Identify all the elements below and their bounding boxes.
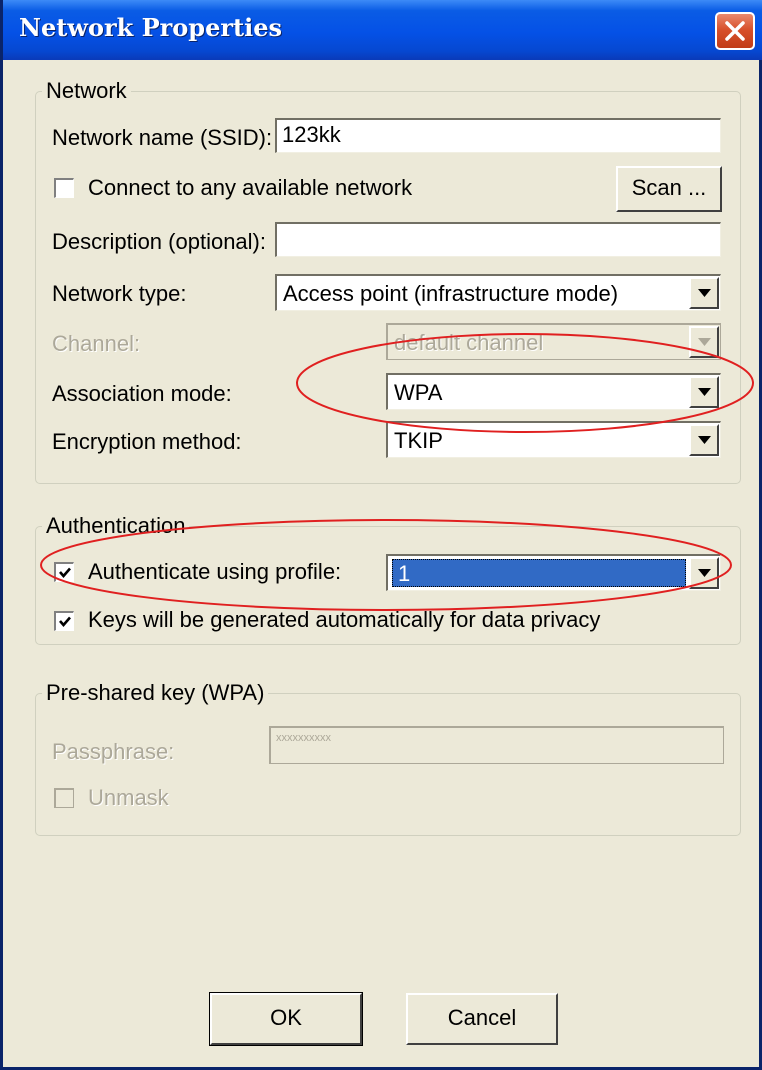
encryption-method-value: TKIP	[394, 428, 443, 453]
association-mode-select[interactable]: WPA	[386, 373, 721, 410]
channel-dropdown-button	[689, 326, 719, 358]
association-mode-label: Association mode:	[52, 381, 232, 406]
cancel-button[interactable]: Cancel	[406, 993, 558, 1045]
dropdown-arrow-icon	[698, 436, 711, 444]
description-label: Description (optional):	[52, 229, 266, 254]
ssid-value: 123kk	[282, 122, 341, 147]
cancel-button-label: Cancel	[447, 1005, 517, 1030]
authentication-group-legend: Authentication	[46, 513, 186, 538]
window-title: Network Properties	[19, 13, 282, 42]
association-mode-value: WPA	[394, 380, 443, 405]
connect-any-checkbox[interactable]	[54, 178, 74, 198]
psk-group-legend: Pre-shared key (WPA)	[46, 680, 265, 705]
auth-profile-select[interactable]: 1	[386, 554, 721, 591]
description-input[interactable]	[275, 222, 721, 257]
network-type-dropdown-button[interactable]	[689, 277, 719, 309]
channel-select: default channel	[386, 323, 721, 360]
auto-keys-checkbox[interactable]	[54, 611, 74, 631]
dropdown-arrow-icon	[698, 289, 711, 297]
ssid-label: Network name (SSID):	[52, 125, 273, 150]
encryption-method-select[interactable]: TKIP	[386, 421, 721, 458]
auth-profile-checkbox[interactable]	[54, 562, 74, 582]
auth-profile-dropdown-button[interactable]	[689, 557, 719, 589]
passphrase-label: Passphrase:	[52, 739, 175, 764]
checkmark-icon	[59, 616, 71, 627]
dropdown-arrow-icon	[698, 569, 711, 577]
network-group-legend: Network	[46, 78, 127, 103]
dropdown-arrow-icon	[698, 388, 711, 396]
title-bar[interactable]: Network Properties	[3, 0, 762, 60]
auth-profile-label: Authenticate using profile:	[88, 559, 342, 584]
encryption-method-dropdown-button[interactable]	[689, 424, 719, 456]
close-button[interactable]	[715, 12, 755, 50]
channel-value: default channel	[394, 330, 544, 355]
scan-button[interactable]: Scan ...	[616, 166, 722, 212]
passphrase-value: xxxxxxxxxx	[276, 732, 331, 744]
network-type-select[interactable]: Access point (infrastructure mode)	[275, 274, 721, 311]
dropdown-arrow-icon	[698, 338, 711, 346]
checkmark-icon	[59, 567, 71, 578]
connect-any-label: Connect to any available network	[88, 175, 413, 200]
scan-button-label: Scan ...	[631, 175, 707, 200]
passphrase-input: xxxxxxxxxx	[269, 726, 724, 764]
ok-button-label: OK	[270, 1005, 302, 1030]
network-type-value: Access point (infrastructure mode)	[283, 281, 619, 306]
network-properties-dialog: Network Properties Network Network name …	[0, 0, 762, 1070]
auth-profile-focus-rect	[392, 559, 686, 587]
association-mode-dropdown-button[interactable]	[689, 376, 719, 408]
close-icon	[725, 21, 745, 41]
ssid-input[interactable]: 123kk	[275, 118, 721, 153]
network-type-label: Network type:	[52, 281, 187, 306]
unmask-label: Unmask	[88, 785, 169, 810]
auto-keys-label: Keys will be generated automatically for…	[88, 607, 601, 632]
unmask-checkbox	[54, 788, 74, 808]
auth-profile-value: 1	[398, 561, 411, 586]
ok-button[interactable]: OK	[209, 992, 363, 1046]
encryption-method-label: Encryption method:	[52, 429, 242, 454]
channel-label: Channel:	[52, 331, 141, 356]
